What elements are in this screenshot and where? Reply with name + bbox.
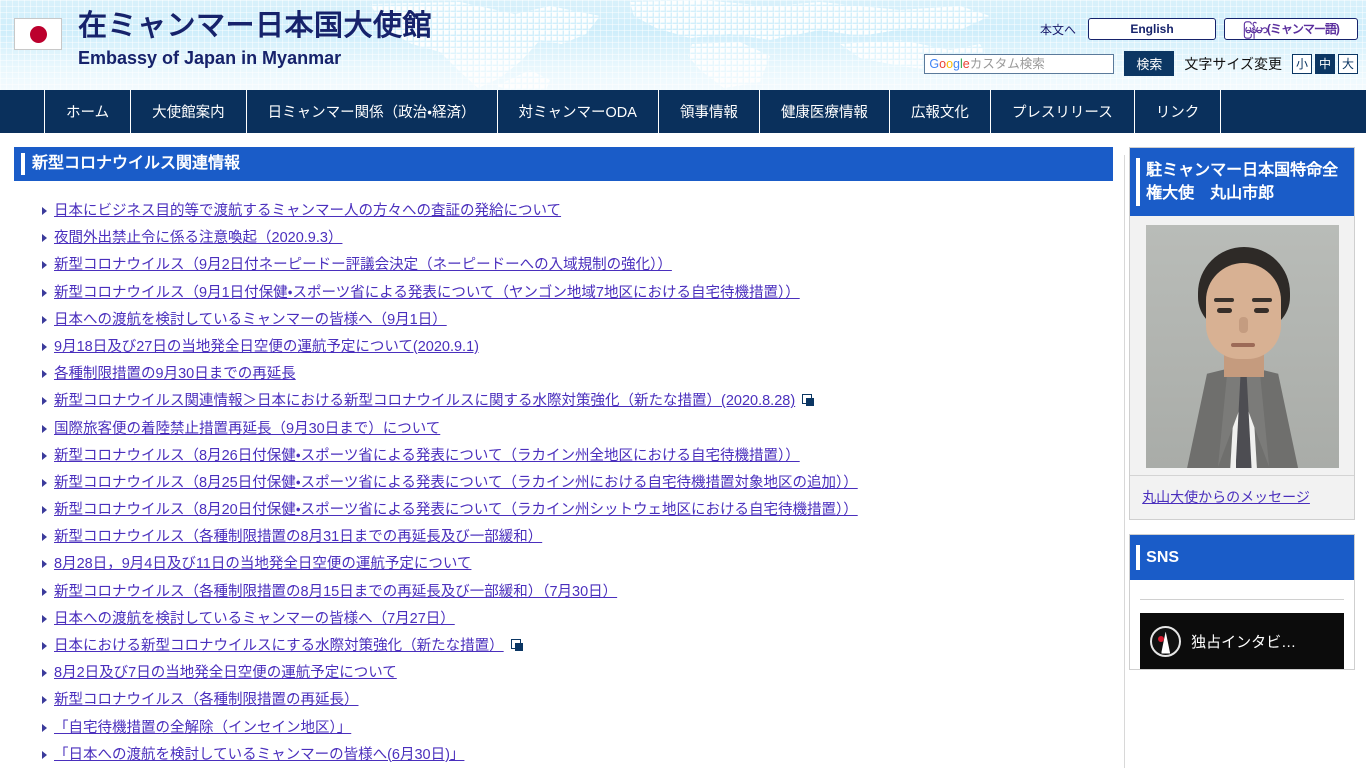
header-tools: 本文へ English မြန်မာ(ミャンマー語) Google カスタム検索… (924, 18, 1358, 76)
sns-body: 独占インタビ… (1130, 580, 1354, 669)
font-size-medium-button[interactable]: 中 (1315, 53, 1335, 74)
site-title-jp: 在ミャンマー日本国大使館 (78, 10, 433, 42)
content-sidebar-divider (1124, 155, 1125, 768)
font-size-large-button[interactable]: 大 (1338, 53, 1358, 74)
nav-item-4[interactable]: 領事情報 (657, 90, 759, 133)
search-placeholder-text: カスタム検索 (969, 56, 1045, 71)
covid-link-4[interactable]: 日本への渡航を検討しているミャンマーの皆様へ（9月1日） (54, 312, 447, 328)
covid-link-10[interactable]: 新型コロナウイルス（8月25日付保健・スポーツ省による発表について（ラカイン州に… (54, 475, 858, 491)
covid-link-15[interactable]: 日本への渡航を検討しているミャンマーの皆様へ（7月27日） (54, 611, 455, 627)
list-item: 新型コロナウイルス（各種制限措置の8月31日までの再延長及び一部緩和） (42, 529, 1113, 545)
language-myanmar-button[interactable]: မြန်မာ(ミャンマー語) (1224, 18, 1358, 40)
nav-item-8[interactable]: リンク (1133, 90, 1222, 133)
covid-link-1[interactable]: 夜間外出禁止令に係る注意喚起（2020.9.3） (54, 230, 342, 246)
nav-item-0[interactable]: ホーム (44, 90, 130, 133)
site-title-en: Embassy of Japan in Myanmar (78, 48, 342, 68)
list-item: 8月28日，9月4日及び11日の当地発全日空便の運航予定について (42, 556, 1113, 572)
sns-video-title: 独占インタビ… (1191, 633, 1297, 651)
sidebar: 駐ミャンマー日本国特命全権大使 丸山市郎 丸山大使からのメッセージ SNS 独占… (1129, 147, 1355, 768)
list-item: 9月18日及び27日の当地発全日空便の運航予定について(2020.9.1) (42, 339, 1113, 355)
search-input[interactable]: Google カスタム検索 (924, 53, 1115, 74)
font-size-group: 小 中 大 (1292, 53, 1358, 74)
nav-item-2[interactable]: 日ミャンマー関係（政治・経済） (245, 90, 497, 133)
covid-link-2[interactable]: 新型コロナウイルス（9月2日付ネーピードー評議会決定（ネーピードーへの入域規制の… (54, 257, 672, 273)
list-item: 「自宅待機措置の全解除（インセイン地区）」 (42, 720, 1113, 736)
nav-item-6[interactable]: 広報文化 (888, 90, 990, 133)
list-item: 日本への渡航を検討しているミャンマーの皆様へ（7月27日） (42, 611, 1113, 627)
main-content: 新型コロナウイルス関連情報 日本にビジネス目的等で渡航するミャンマー人の方々への… (14, 147, 1114, 768)
list-item: 新型コロナウイルス（8月25日付保健・スポーツ省による発表について（ラカイン州に… (42, 475, 1113, 491)
sns-divider (1140, 599, 1344, 600)
site-brand[interactable]: 在ミャンマー日本国大使館 Embassy of Japan in Myanmar (14, 12, 432, 67)
covid-link-3[interactable]: 新型コロナウイルス（9月1日付保健・スポーツ省による発表について（ヤンゴン地域7… (54, 285, 800, 301)
covid-link-7[interactable]: 新型コロナウイルス関連情報＞日本における新型コロナウイルスに関する水際対策強化（… (54, 393, 795, 409)
font-size-small-button[interactable]: 小 (1292, 53, 1312, 74)
covid-link-6[interactable]: 各種制限措置の9月30日までの再延長 (54, 366, 296, 382)
page-title: 新型コロナウイルス関連情報 (14, 147, 1114, 181)
list-item: 新型コロナウイルス関連情報＞日本における新型コロナウイルスに関する水際対策強化（… (42, 393, 1113, 409)
nav-item-5[interactable]: 健康医療情報 (758, 90, 889, 133)
covid-link-17[interactable]: 8月2日及び7日の当地発全日空便の運航予定について (54, 665, 397, 681)
list-item: 日本への渡航を検討しているミャンマーの皆様へ（9月1日） (42, 312, 1113, 328)
external-link-icon (802, 394, 815, 407)
list-item: 日本における新型コロナウイルスにする水際対策強化（新たな措置） (42, 638, 1113, 654)
ambassador-heading: 駐ミャンマー日本国特命全権大使 丸山市郎 (1130, 148, 1354, 216)
google-logo-o2: o (946, 56, 954, 71)
covid-link-20[interactable]: 「日本への渡航を検討しているミャンマーの皆様へ(6月30日)」 (54, 747, 464, 763)
google-logo-e: e (962, 56, 970, 71)
list-item: 新型コロナウイルス（9月1日付保健・スポーツ省による発表について（ヤンゴン地域7… (42, 285, 1113, 301)
ambassador-card-footer: 丸山大使からのメッセージ (1130, 475, 1354, 519)
ambassador-card: 駐ミャンマー日本国特命全権大使 丸山市郎 丸山大使からのメッセージ (1129, 147, 1355, 520)
nav-item-1[interactable]: 大使館案内 (130, 90, 246, 133)
covid-link-13[interactable]: 8月28日，9月4日及び11日の当地発全日空便の運航予定について (54, 556, 471, 572)
ambassador-photo-wrap (1130, 216, 1354, 475)
list-item: 「日本への渡航を検討しているミャンマーの皆様へ(6月30日)」 (42, 747, 1113, 763)
main-navigation: ホーム 大使館案内 日ミャンマー関係（政治・経済） 対ミャンマーODA 領事情報 健康医療… (0, 90, 1366, 133)
japan-flag-icon (14, 18, 62, 50)
covid-link-12[interactable]: 新型コロナウイルス（各種制限措置の8月31日までの再延長及び一部緩和） (54, 529, 542, 545)
list-item: 新型コロナウイルス（9月2日付ネーピードー評議会決定（ネーピードーへの入域規制の… (42, 257, 1113, 273)
covid-link-8[interactable]: 国際旅客便の着陸禁止措置再延長（9月30日まで）について (54, 421, 440, 437)
covid-link-list: 日本にビジネス目的等で渡航するミャンマー人の方々への査証の発給について 夜間外出禁… (14, 181, 1113, 768)
list-item: 各種制限措置の9月30日までの再延長 (42, 366, 1113, 382)
list-item: 夜間外出禁止令に係る注意喚起（2020.9.3） (42, 230, 1113, 246)
covid-link-18[interactable]: 新型コロナウイルス（各種制限措置の再延長） (54, 692, 359, 708)
covid-link-16[interactable]: 日本における新型コロナウイルスにする水際対策強化（新たな措置） (54, 638, 504, 654)
google-logo-g2: g (953, 56, 960, 71)
list-item: 日本にビジネス目的等で渡航するミャンマー人の方々への査証の発給について (42, 203, 1113, 219)
mrtv-logo-icon (1150, 625, 1182, 657)
covid-link-9[interactable]: 新型コロナウイルス（8月26日付保健・スポーツ省による発表について（ラカイン州全… (54, 448, 800, 464)
list-item: 新型コロナウイルス（各種制限措置の再延長） (42, 692, 1113, 708)
google-logo-g: G (929, 56, 940, 71)
covid-link-0[interactable]: 日本にビジネス目的等で渡航するミャンマー人の方々への査証の発給について (54, 203, 561, 219)
covid-link-11[interactable]: 新型コロナウイルス（8月20日付保健・スポーツ省による発表について（ラカイン州シ… (54, 502, 858, 518)
sns-video-item[interactable]: 独占インタビ… (1140, 613, 1344, 669)
list-item: 8月2日及び7日の当地発全日空便の運航予定について (42, 665, 1113, 681)
list-item: 新型コロナウイルス（各種制限措置の8月15日までの再延長及び一部緩和）（7月30… (42, 584, 1113, 600)
external-link-icon (510, 639, 524, 651)
ambassador-portrait-image (1145, 225, 1339, 468)
list-item: 新型コロナウイルス（8月26日付保健・スポーツ省による発表について（ラカイン州全… (42, 448, 1113, 464)
search-button[interactable]: 検索 (1124, 51, 1175, 76)
page-body: 新型コロナウイルス関連情報 日本にビジネス目的等で渡航するミャンマー人の方々への… (0, 133, 1366, 768)
covid-link-5[interactable]: 9月18日及び27日の当地発全日空便の運航予定について(2020.9.1) (54, 339, 479, 355)
google-logo-o1: o (939, 56, 947, 71)
ambassador-message-link[interactable]: 丸山大使からのメッセージ (1142, 489, 1310, 505)
site-header: 在ミャンマー日本国大使館 Embassy of Japan in Myanmar… (0, 0, 1366, 90)
sns-heading: SNS (1130, 535, 1354, 580)
list-item: 国際旅客便の着陸禁止措置再延長（9月30日まで）について (42, 421, 1113, 437)
covid-link-19[interactable]: 「自宅待機措置の全解除（インセイン地区）」 (54, 720, 351, 736)
list-item: 新型コロナウイルス（8月20日付保健・スポーツ省による発表について（ラカイン州シ… (42, 502, 1113, 518)
covid-link-14[interactable]: 新型コロナウイルス（各種制限措置の8月15日までの再延長及び一部緩和）（7月30… (54, 584, 617, 600)
language-english-button[interactable]: English (1088, 18, 1216, 40)
nav-item-7[interactable]: プレスリリース (989, 90, 1134, 133)
sns-card: SNS 独占インタビ… (1129, 534, 1355, 670)
nav-item-3[interactable]: 対ミャンマーODA (496, 90, 658, 133)
skip-to-content-link[interactable]: 本文へ (1036, 21, 1080, 38)
font-size-label: 文字サイズ変更 (1184, 55, 1282, 72)
